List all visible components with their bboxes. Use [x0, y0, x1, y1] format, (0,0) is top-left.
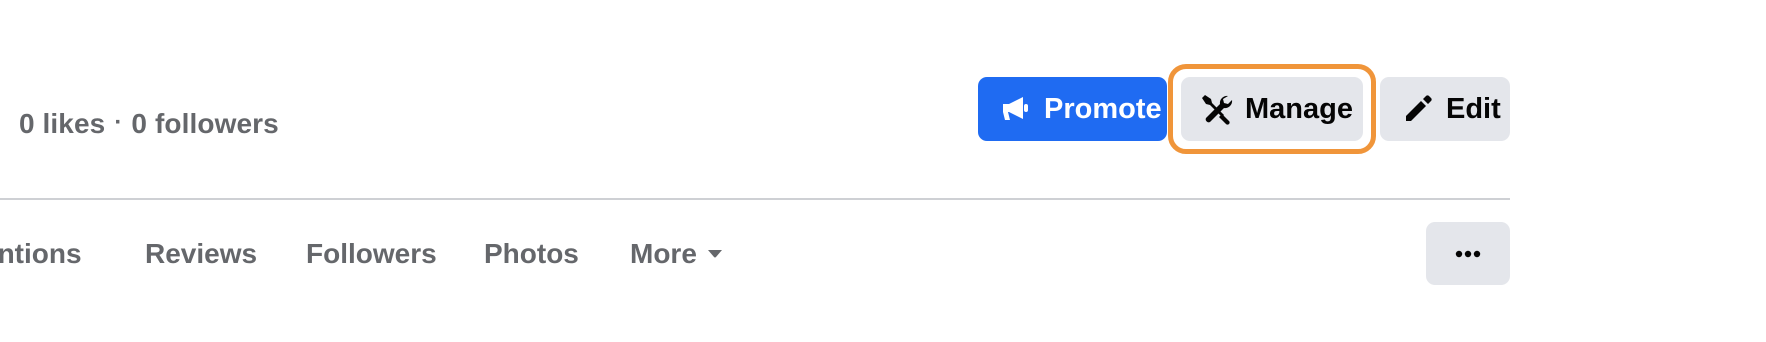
- megaphone-icon: [1000, 93, 1032, 125]
- tab-label: entions: [0, 238, 82, 269]
- manage-button[interactable]: Manage: [1181, 77, 1363, 141]
- caret-down-icon: [707, 249, 723, 259]
- stats-separator: ·: [114, 109, 123, 136]
- tab-label: Photos: [484, 238, 579, 269]
- tab-label: Reviews: [145, 238, 258, 269]
- tab-label: More: [630, 238, 697, 269]
- likes-count[interactable]: 0 likes: [19, 108, 105, 140]
- promote-button[interactable]: Promote: [978, 77, 1167, 141]
- pencil-icon: [1402, 93, 1434, 125]
- manage-highlight: Manage: [1168, 64, 1376, 154]
- header-divider: [0, 198, 1510, 200]
- edit-button[interactable]: Edit: [1380, 77, 1510, 141]
- tab-label: Followers: [306, 238, 437, 269]
- tab-reviews[interactable]: Reviews: [145, 228, 257, 280]
- page-stats: 0 likes · 0 followers: [19, 106, 279, 142]
- promote-label: Promote: [1044, 92, 1162, 125]
- tab-mentions[interactable]: entions: [0, 228, 82, 280]
- tab-photos[interactable]: Photos: [484, 228, 579, 280]
- followers-count[interactable]: 0 followers: [131, 108, 278, 140]
- tab-followers[interactable]: Followers: [306, 228, 437, 280]
- edit-label: Edit: [1446, 92, 1501, 125]
- tab-more[interactable]: More: [630, 228, 723, 280]
- tools-icon: [1201, 93, 1233, 125]
- ellipsis-icon: [1455, 245, 1481, 263]
- page-actions: Promote: [978, 77, 1167, 141]
- manage-label: Manage: [1245, 92, 1353, 125]
- more-options-button[interactable]: [1426, 222, 1510, 285]
